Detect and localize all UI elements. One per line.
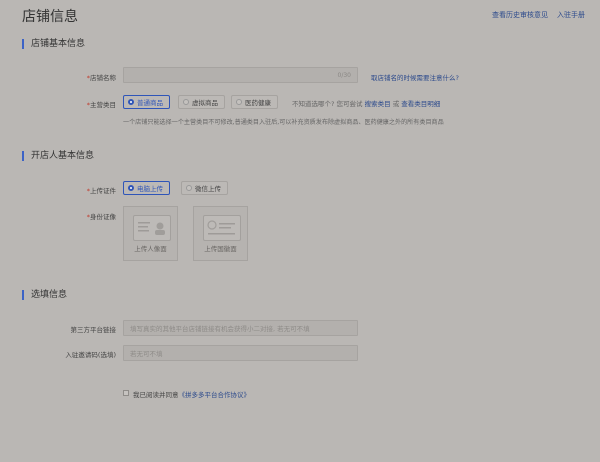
- upload-option-label: 微信上传: [195, 185, 221, 193]
- agreement-text: 我已阅读并同意《拼多多平台合作协议》: [133, 389, 250, 399]
- shop-name-label-text: 店铺名称: [90, 74, 116, 82]
- third-party-placeholder: 填写真实的其他平台店铺链接有机会获得小二对接, 若无可不填: [130, 325, 310, 333]
- category-help-text: 不知道选哪个? 您可尝试: [292, 100, 363, 108]
- category-option-medical[interactable]: 医药健康: [231, 95, 278, 109]
- agreement-checkbox[interactable]: [123, 390, 129, 396]
- shop-name-counter: 0/30: [337, 71, 351, 79]
- category-label: *主营类目: [0, 99, 116, 109]
- upload-method-label-text: 上传证件: [90, 187, 116, 195]
- agreement-prefix: 我已阅读并同意: [133, 391, 179, 399]
- shop-name-label: *店铺名称: [0, 72, 116, 82]
- id-card-label-text: 身份证像: [90, 213, 116, 221]
- invite-code-input[interactable]: 若无可不填: [123, 345, 358, 361]
- id-card-label: *身份证像: [0, 211, 116, 221]
- invite-code-placeholder: 若无可不填: [130, 350, 163, 358]
- invite-code-label: 入驻邀请码(选填): [65, 351, 116, 359]
- category-option-label: 普通商品: [137, 99, 163, 107]
- radio-dot-icon: [183, 99, 189, 105]
- upload-front-box[interactable]: 上传人像面: [123, 206, 178, 261]
- category-option-normal[interactable]: 普通商品: [123, 95, 170, 109]
- radio-dot-icon: [186, 185, 192, 191]
- shop-name-input[interactable]: 0/30: [123, 67, 358, 83]
- category-label-text: 主营类目: [90, 101, 116, 109]
- id-card-back-icon: [203, 215, 241, 241]
- upload-wechat-option[interactable]: 微信上传: [181, 181, 228, 195]
- radio-dot-icon: [236, 99, 242, 105]
- section-title-basic: 店铺基本信息: [22, 39, 85, 49]
- category-help-or: 或: [392, 100, 400, 108]
- third-party-label: 第三方平台链接: [70, 326, 117, 334]
- shop-name-tip-link[interactable]: 取店铺名的时候需要注意什么?: [371, 72, 459, 82]
- radio-dot-icon: [128, 99, 134, 105]
- id-card-back-svg: [207, 220, 235, 235]
- upload-front-label: 上传人像面: [134, 245, 167, 253]
- section-title-optional: 选填信息: [22, 290, 67, 300]
- upload-pc-option[interactable]: 电脑上传: [123, 181, 170, 195]
- category-option-virtual[interactable]: 虚拟商品: [178, 95, 225, 109]
- upload-back-label: 上传国徽面: [204, 245, 237, 253]
- upload-method-label: *上传证件: [0, 185, 116, 195]
- section-title-owner: 开店人基本信息: [22, 151, 94, 161]
- id-card-front-svg: [138, 222, 165, 235]
- third-party-input[interactable]: 填写真实的其他平台店铺链接有机会获得小二对接, 若无可不填: [123, 320, 358, 336]
- category-detail-link[interactable]: 查看类目明细: [401, 100, 440, 108]
- radio-dot-icon: [128, 185, 134, 191]
- search-category-link[interactable]: 搜索类目: [365, 100, 391, 108]
- category-help: 不知道选哪个? 您可尝试 搜索类目 或 查看类目明细: [292, 98, 440, 108]
- review-history-link[interactable]: 查看历史审核意见: [492, 10, 548, 20]
- upload-option-label: 电脑上传: [137, 185, 163, 193]
- category-option-label: 虚拟商品: [192, 99, 218, 107]
- category-option-label: 医药健康: [245, 99, 271, 107]
- entry-manual-link[interactable]: 入驻手册: [557, 10, 585, 20]
- category-note: 一个店铺只能选择一个主营类目不可修改,普通类目入驻后,可以补充资质发布除虚拟商品…: [123, 119, 444, 126]
- upload-back-box[interactable]: 上传国徽面: [193, 206, 248, 261]
- agreement-link[interactable]: 《拼多多平台合作协议》: [179, 391, 251, 399]
- page-title: 店铺信息: [22, 9, 78, 25]
- id-card-front-icon: [133, 215, 171, 241]
